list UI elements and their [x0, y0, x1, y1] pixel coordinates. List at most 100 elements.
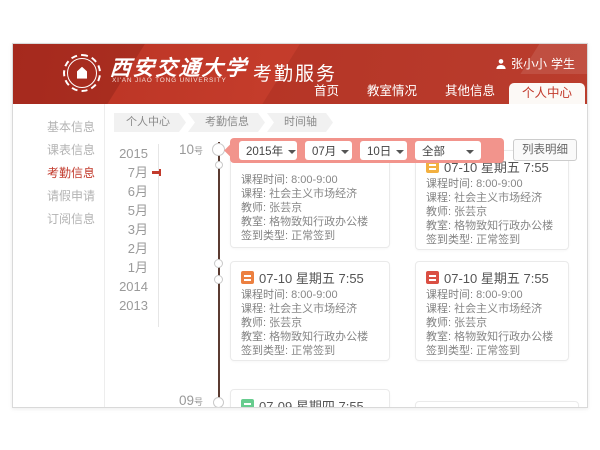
timeline-node	[215, 161, 223, 169]
attendance-card[interactable]: 07-10 星期五 7:55 课程时间: 8:00-9:00课程: 社会主义市场…	[415, 261, 569, 361]
field-value: 张芸京	[454, 206, 487, 218]
field-label: 教师:	[426, 206, 454, 218]
attendance-status-icon	[241, 399, 254, 409]
attendance-card[interactable]: 07-10 星期五 7:55 课程时间: 8:00-9:00课程: 社会主义市场…	[230, 261, 390, 361]
card-date-title: 07-10 星期五 7:55	[259, 268, 364, 287]
attendance-status-icon	[241, 271, 254, 284]
card-header: 07-10 星期五 7:55	[426, 268, 558, 286]
user-name: 张小小	[511, 55, 547, 72]
card-field: 教师: 张芸京	[426, 316, 558, 330]
breadcrumb-item-attendance[interactable]: 考勤信息	[188, 113, 265, 132]
nav-item-classrooms[interactable]: 教室情况	[353, 81, 431, 101]
field-label: 课程时间:	[241, 289, 291, 301]
field-label: 签到类型:	[241, 230, 291, 242]
card-date-title: 07-09 星期四 7:55	[259, 396, 364, 409]
card-fields: 课程时间: 8:00-9:00课程: 社会主义市场经济教师: 张芸京教室: 格物…	[241, 286, 379, 358]
field-label: 签到类型:	[426, 345, 476, 357]
card-field: 签到类型: 正常签到	[241, 229, 379, 243]
year-select[interactable]: 2015年	[239, 141, 297, 160]
field-value: 社会主义市场经济	[269, 303, 357, 315]
field-label: 教师:	[241, 317, 269, 329]
app-window: 西安交通大学 XI'AN JIAO TONG UNIVERSITY 考勤服务 张…	[12, 43, 588, 408]
field-value: 正常签到	[291, 345, 335, 357]
field-label: 教室:	[426, 331, 454, 343]
field-label: 教师:	[426, 317, 454, 329]
year-select-value: 2015年	[246, 143, 283, 159]
page: 西安交通大学 XI'AN JIAO TONG UNIVERSITY 考勤服务 张…	[0, 0, 600, 450]
field-value: 正常签到	[476, 345, 520, 357]
card-field: 课程: 社会主义市场经济	[241, 302, 379, 316]
nav-item-home[interactable]: 首页	[300, 81, 353, 101]
field-label: 课程:	[241, 188, 269, 200]
field-value: 格物致知行政办公楼	[454, 331, 553, 343]
card-field: 课程: 社会主义市场经济	[426, 302, 558, 316]
card-field: 教室: 格物致知行政办公楼	[426, 330, 558, 344]
timeline-node	[214, 275, 223, 284]
app-body: 个人中心 考勤信息 时间轴 基本信息 课表信息 考勤信息 请假申请 订阅信息 2…	[13, 104, 587, 408]
nav-item-personal-center[interactable]: 个人中心	[509, 83, 585, 104]
list-detail-button[interactable]: 列表明细	[513, 139, 577, 161]
chevron-down-icon	[341, 150, 349, 158]
breadcrumb: 个人中心 考勤信息 时间轴	[114, 113, 335, 132]
month-select-value: 07月	[312, 143, 336, 159]
field-label: 课程:	[241, 303, 269, 315]
day-select-value: 10日	[367, 143, 391, 159]
attendance-card[interactable]: 07-10 星期五 7:55 课程时间: 8:00-9:00课程: 社会主义市场…	[415, 150, 569, 250]
filter-bar: 2015年 07月 10日 全部	[230, 138, 504, 163]
field-label: 课程时间:	[241, 174, 291, 186]
field-value: 格物致知行政办公楼	[454, 220, 553, 232]
field-value: 格物致知行政办公楼	[269, 216, 368, 228]
breadcrumb-item-personal-center[interactable]: 个人中心	[114, 113, 186, 132]
field-label: 签到类型:	[241, 345, 291, 357]
field-value: 8:00-9:00	[291, 174, 337, 186]
day-select[interactable]: 10日	[360, 141, 407, 160]
timeline-node	[214, 259, 223, 268]
field-value: 8:00-9:00	[291, 289, 337, 301]
chevron-down-icon	[396, 150, 404, 158]
field-value: 社会主义市场经济	[269, 188, 357, 200]
attendance-card[interactable]: 07-09 星期四 7:55	[230, 389, 390, 408]
nav-item-other-info[interactable]: 其他信息	[431, 81, 509, 101]
field-value: 张芸京	[454, 317, 487, 329]
field-value: 8:00-9:00	[476, 178, 522, 190]
card-field: 教室: 格物致知行政办公楼	[241, 330, 379, 344]
field-value: 张芸京	[269, 317, 302, 329]
user-icon	[495, 58, 507, 70]
user-info[interactable]: 张小小 学生	[495, 55, 575, 72]
field-value: 格物致知行政办公楼	[269, 331, 368, 343]
card-fields: 课程时间: 8:00-9:00课程: 社会主义市场经济教师: 张芸京教室: 格物…	[426, 286, 558, 358]
attendance-card[interactable]	[415, 401, 579, 408]
field-value: 张芸京	[269, 202, 302, 214]
field-value: 8:00-9:00	[476, 289, 522, 301]
breadcrumb-item-timeline[interactable]: 时间轴	[267, 113, 333, 132]
card-field: 教室: 格物致知行政办公楼	[241, 215, 379, 229]
app-header: 西安交通大学 XI'AN JIAO TONG UNIVERSITY 考勤服务 张…	[13, 44, 587, 104]
card-field: 教师: 张芸京	[241, 316, 379, 330]
field-label: 课程时间:	[426, 178, 476, 190]
field-label: 教室:	[241, 216, 269, 228]
card-field: 课程时间: 8:00-9:00	[426, 288, 558, 302]
timeline-node	[212, 143, 225, 156]
field-value: 正常签到	[291, 230, 335, 242]
attendance-status-icon	[426, 271, 439, 284]
month-select[interactable]: 07月	[305, 141, 352, 160]
card-field: 课程时间: 8:00-9:00	[241, 173, 379, 187]
field-label: 签到类型:	[426, 234, 476, 246]
field-label: 教师:	[241, 202, 269, 214]
type-select[interactable]: 全部	[415, 141, 481, 160]
timeline-node	[213, 397, 224, 408]
field-label: 课程:	[426, 303, 454, 315]
card-field: 课程: 社会主义市场经济	[241, 187, 379, 201]
card-field: 签到类型: 正常签到	[426, 233, 558, 247]
card-field: 教师: 张芸京	[241, 201, 379, 215]
field-value: 社会主义市场经济	[454, 192, 542, 204]
type-select-value: 全部	[422, 143, 445, 159]
field-value: 社会主义市场经济	[454, 303, 542, 315]
card-field: 课程时间: 8:00-9:00	[241, 288, 379, 302]
card-field: 教室: 格物致知行政办公楼	[426, 219, 558, 233]
card-header: 07-10 星期五 7:55	[241, 268, 379, 286]
card-fields: 课程时间: 8:00-9:00课程: 社会主义市场经济教师: 张芸京教室: 格物…	[426, 175, 558, 247]
user-role: 学生	[551, 55, 575, 72]
card-field: 签到类型: 正常签到	[241, 344, 379, 358]
card-field: 课程时间: 8:00-9:00	[426, 177, 558, 191]
